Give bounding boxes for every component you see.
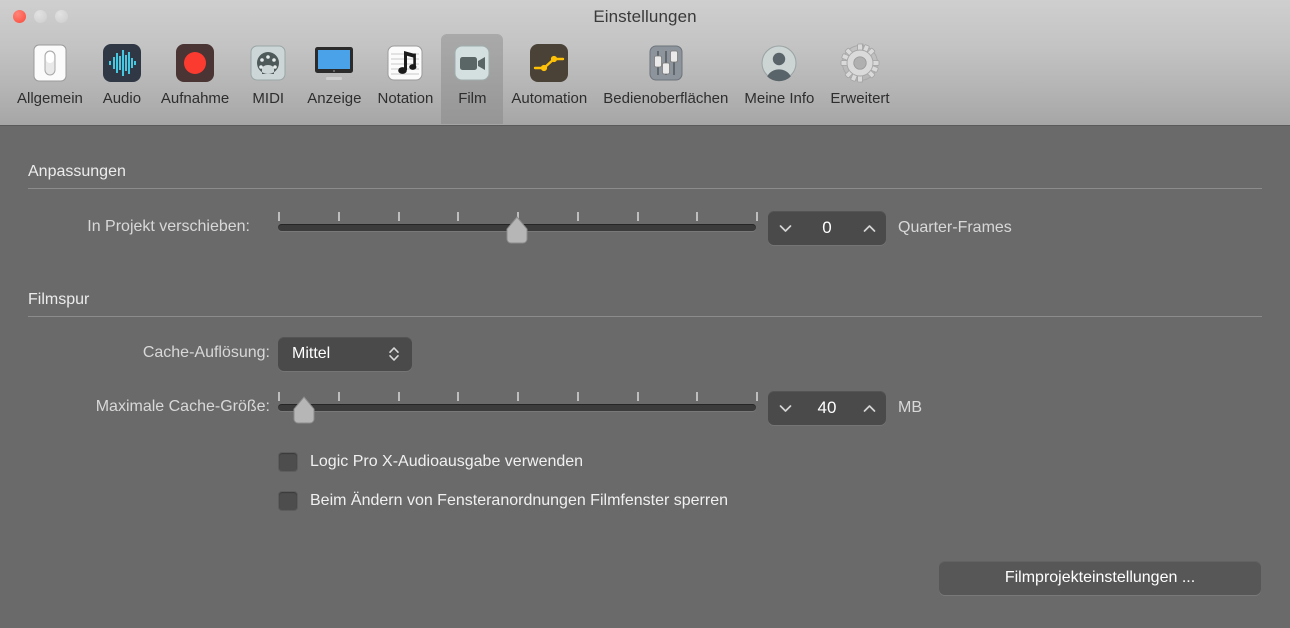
music-note-icon bbox=[382, 40, 428, 86]
label-maximale-cache-groesse: Maximale Cache-Größe: bbox=[95, 398, 270, 415]
user-avatar-icon bbox=[756, 40, 802, 86]
checkbox-row-logic-audio-output[interactable]: Logic Pro X-Audioausgabe verwenden bbox=[278, 452, 583, 472]
tab-label: Notation bbox=[377, 90, 434, 107]
slider-thumb[interactable] bbox=[505, 216, 529, 244]
tab-label: Audio bbox=[102, 90, 142, 107]
checkbox-logic-audio-output[interactable] bbox=[278, 452, 298, 472]
tab-film[interactable]: Film bbox=[441, 34, 504, 124]
tab-anzeige[interactable]: Anzeige bbox=[299, 34, 369, 112]
tab-meine-info[interactable]: Meine Info bbox=[736, 34, 822, 112]
tab-label: Anzeige bbox=[307, 90, 362, 107]
window-title: Einstellungen bbox=[593, 7, 697, 26]
chevron-down-icon[interactable] bbox=[768, 224, 802, 233]
chevron-up-icon[interactable] bbox=[852, 224, 886, 233]
tab-bedienoberflaechen[interactable]: Bedienoberflächen bbox=[595, 34, 736, 112]
section-divider-filmspur bbox=[28, 316, 1262, 317]
tab-aufnahme[interactable]: Aufnahme bbox=[153, 34, 237, 112]
popup-cache-aufloesung[interactable]: Mittel bbox=[278, 337, 412, 371]
checkbox-row-lock-movie-window[interactable]: Beim Ändern von Fensteranordnungen Filmf… bbox=[278, 491, 728, 511]
gear-icon bbox=[837, 40, 883, 86]
tab-allgemein[interactable]: Allgemein bbox=[9, 34, 91, 112]
label-in-projekt-verschieben: In Projekt verschieben: bbox=[87, 218, 250, 235]
tab-notation[interactable]: Notation bbox=[369, 34, 441, 112]
tab-erweitert[interactable]: Erweitert bbox=[822, 34, 897, 112]
slider-in-projekt-verschieben[interactable] bbox=[278, 212, 758, 244]
unit-mb: MB bbox=[898, 399, 922, 416]
stepper-value[interactable]: 0 bbox=[802, 218, 852, 238]
chevron-down-icon[interactable] bbox=[768, 404, 802, 413]
automation-curve-icon bbox=[526, 40, 572, 86]
unit-quarter-frames: Quarter-Frames bbox=[898, 219, 1012, 236]
stepper-in-projekt-verschieben[interactable]: 0 bbox=[768, 211, 886, 245]
tab-label: Meine Info bbox=[744, 90, 815, 107]
chevron-up-down-icon bbox=[384, 344, 404, 364]
switch-icon bbox=[27, 40, 73, 86]
tab-label: Film bbox=[458, 90, 487, 107]
display-icon bbox=[311, 40, 357, 86]
tab-label: Bedienoberflächen bbox=[603, 90, 729, 107]
tab-label: Allgemein bbox=[17, 90, 83, 107]
tab-midi[interactable]: MIDI bbox=[237, 34, 299, 112]
window-chrome: Einstellungen Allgemein Audio Aufnahme M… bbox=[0, 0, 1290, 126]
tab-label: MIDI bbox=[252, 90, 285, 107]
section-title-anpassungen: Anpassungen bbox=[28, 163, 126, 180]
stepper-value[interactable]: 40 bbox=[802, 398, 852, 418]
checkbox-label: Logic Pro X-Audioausgabe verwenden bbox=[310, 453, 584, 470]
preferences-content: Anpassungen In Projekt verschieben: 0 Qu… bbox=[0, 126, 1290, 628]
preferences-tabbar: Allgemein Audio Aufnahme MIDI Anzeige No… bbox=[0, 34, 1290, 124]
slider-thumb[interactable] bbox=[292, 396, 316, 424]
section-divider-anpassungen bbox=[28, 188, 1262, 189]
tab-label: Erweitert bbox=[830, 90, 890, 107]
tab-automation[interactable]: Automation bbox=[503, 34, 595, 112]
preferences-window: Einstellungen Allgemein Audio Aufnahme M… bbox=[0, 0, 1290, 628]
checkbox-label: Beim Ändern von Fensteranordnungen Filmf… bbox=[310, 492, 728, 509]
section-title-filmspur: Filmspur bbox=[28, 291, 90, 308]
waveform-icon bbox=[99, 40, 145, 86]
faders-icon bbox=[643, 40, 689, 86]
tab-label: Automation bbox=[511, 90, 588, 107]
label-cache-aufloesung: Cache-Auflösung: bbox=[142, 344, 270, 361]
record-icon bbox=[172, 40, 218, 86]
popup-value: Mittel bbox=[292, 345, 331, 362]
stepper-maximale-cache-groesse[interactable]: 40 bbox=[768, 391, 886, 425]
video-camera-icon bbox=[449, 40, 495, 86]
midi-connector-icon bbox=[245, 40, 291, 86]
slider-track[interactable] bbox=[278, 404, 756, 411]
checkbox-lock-movie-window[interactable] bbox=[278, 491, 298, 511]
slider-ticks bbox=[278, 392, 758, 401]
chevron-up-icon[interactable] bbox=[852, 404, 886, 413]
tab-label: Aufnahme bbox=[160, 90, 230, 107]
slider-maximale-cache-groesse[interactable] bbox=[278, 392, 758, 424]
tab-audio[interactable]: Audio bbox=[91, 34, 153, 112]
movie-project-settings-button[interactable]: Filmprojekteinstellungen ... bbox=[939, 561, 1261, 595]
